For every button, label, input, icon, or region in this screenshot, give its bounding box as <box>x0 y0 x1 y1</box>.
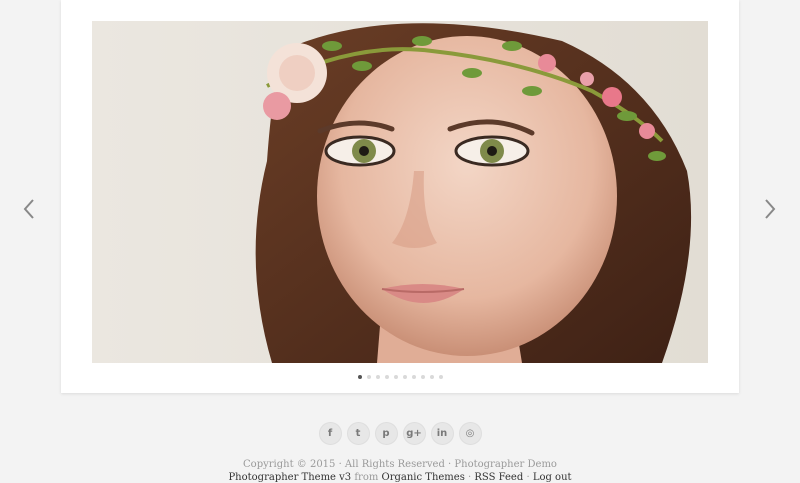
slide-dot-5[interactable] <box>393 375 398 379</box>
slide-dot-1[interactable] <box>357 375 362 379</box>
chevron-left-icon <box>23 199 34 219</box>
slide-dots <box>61 375 739 379</box>
slide-dot-4[interactable] <box>384 375 389 379</box>
rss-feed-link[interactable]: RSS Feed <box>474 472 523 483</box>
from-text: from <box>351 472 382 483</box>
dribbble-button[interactable]: ◎ <box>458 422 482 445</box>
google-plus-icon: g+ <box>406 428 422 439</box>
pinterest-icon: p <box>382 428 390 439</box>
slide-dot-6[interactable] <box>402 375 407 379</box>
slide-dot-3[interactable] <box>375 375 380 379</box>
log-out-link[interactable]: Log out <box>533 472 572 483</box>
prev-slide-button[interactable] <box>17 196 41 222</box>
dribbble-icon: ◎ <box>465 428 475 439</box>
separator: · <box>464 472 475 483</box>
linkedin-button[interactable]: in <box>430 422 454 445</box>
facebook-icon: f <box>327 428 333 439</box>
slide-dot-7[interactable] <box>411 375 416 379</box>
slide-dot-10[interactable] <box>438 375 443 379</box>
footer-credits: Photographer Theme v3 from Organic Theme… <box>0 472 800 483</box>
pinterest-button[interactable]: p <box>374 422 398 445</box>
linkedin-icon: in <box>436 428 448 439</box>
google-plus-button[interactable]: g+ <box>402 422 426 445</box>
social-links: f t p g+ in ◎ <box>0 422 800 445</box>
twitter-icon: t <box>355 428 361 439</box>
slide-photo[interactable] <box>92 21 708 363</box>
copyright-text: Copyright © 2015 · All Rights Reserved ·… <box>243 459 557 470</box>
facebook-button[interactable]: f <box>318 422 342 445</box>
separator: · <box>523 472 533 483</box>
theme-link[interactable]: Photographer Theme v3 <box>228 472 351 483</box>
chevron-right-icon <box>765 199 776 219</box>
twitter-button[interactable]: t <box>346 422 370 445</box>
slide-dot-8[interactable] <box>420 375 425 379</box>
portrait-image <box>92 21 708 363</box>
next-slide-button[interactable] <box>758 196 782 222</box>
slide-dot-2[interactable] <box>366 375 371 379</box>
slideshow-card <box>61 0 739 393</box>
slide-dot-9[interactable] <box>429 375 434 379</box>
organic-themes-link[interactable]: Organic Themes <box>382 472 465 483</box>
